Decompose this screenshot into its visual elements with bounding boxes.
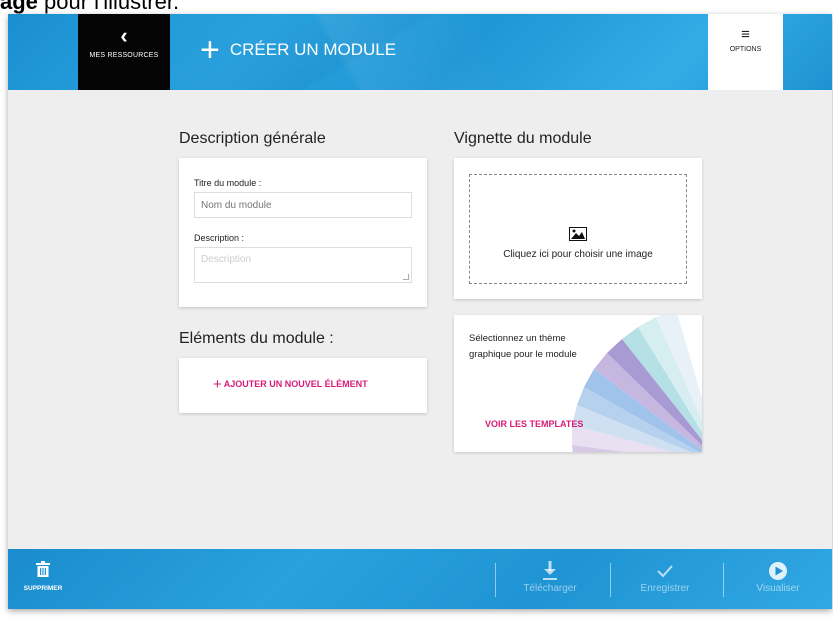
- page-title: + CRÉER UN MODULE: [200, 31, 397, 69]
- delete-button[interactable]: SUPPRIMER: [8, 549, 78, 609]
- caption-rest: pour l'illustrer.: [37, 0, 180, 14]
- download-label: Télécharger: [523, 583, 577, 594]
- description-placeholder: Description: [201, 254, 252, 265]
- trash-icon: [8, 561, 78, 582]
- color-swatch-fan-image: [572, 315, 702, 452]
- view-templates-link[interactable]: VOIR LES TEMPLATES: [485, 419, 583, 429]
- choose-image-text: Cliquez ici pour choisir une image: [503, 249, 653, 260]
- download-button[interactable]: Télécharger: [494, 549, 606, 609]
- top-bar: ‹ MES RESSOURCES + CRÉER UN MODULE ≡ OPT…: [8, 14, 832, 90]
- options-button[interactable]: ≡ OPTIONS: [708, 14, 783, 90]
- general-description-heading: Description générale: [179, 130, 326, 147]
- image-dropzone[interactable]: Cliquez ici pour choisir une image: [469, 174, 687, 284]
- plus-icon: +: [200, 31, 220, 69]
- bottom-toolbar: SUPPRIMER Télécharger Enregistrer Visual…: [8, 549, 832, 609]
- resize-handle[interactable]: [403, 274, 409, 280]
- theme-description: Sélectionnez un thème graphique pour le …: [469, 331, 577, 363]
- theme-text-line1: Sélectionnez un thème: [469, 333, 566, 344]
- back-button[interactable]: ‹ MES RESSOURCES: [78, 14, 170, 90]
- general-description-card: Titre du module : Description : Descript…: [179, 158, 427, 307]
- theme-card: Sélectionnez un thème graphique pour le …: [454, 315, 702, 452]
- image-icon: [569, 227, 587, 241]
- options-button-label: OPTIONS: [729, 46, 762, 53]
- page-title-text: CRÉER UN MODULE: [229, 40, 397, 59]
- checkmark-icon: [609, 561, 721, 581]
- description-label: Description :: [194, 233, 245, 243]
- app-window: ‹ MES RESSOURCES + CRÉER UN MODULE ≡ OPT…: [8, 14, 832, 609]
- back-button-label: MES RESSOURCES: [89, 52, 159, 59]
- plus-icon: +: [213, 376, 222, 393]
- add-element-label: AJOUTER UN NOUVEL ÉLÉMENT: [223, 379, 368, 389]
- play-icon: [722, 561, 832, 581]
- add-element-button[interactable]: + AJOUTER UN NOUVEL ÉLÉMENT: [213, 376, 368, 393]
- save-button[interactable]: Enregistrer: [609, 549, 721, 609]
- caption-bold: age: [0, 0, 38, 14]
- document-caption: age pour l'illustrer.: [0, 0, 180, 14]
- theme-text-line2: graphique pour le module: [469, 349, 577, 360]
- chevron-left-icon: ‹: [120, 23, 128, 48]
- save-label: Enregistrer: [640, 583, 690, 594]
- module-title-input[interactable]: [194, 192, 412, 218]
- download-icon: [494, 561, 606, 581]
- delete-label: SUPPRIMER: [23, 585, 63, 592]
- menu-icon: ≡: [741, 26, 750, 43]
- preview-label: Visualiser: [756, 583, 800, 594]
- thumbnail-card: Cliquez ici pour choisir une image: [454, 158, 702, 299]
- elements-card: + AJOUTER UN NOUVEL ÉLÉMENT: [179, 358, 427, 413]
- description-textarea[interactable]: Description: [194, 247, 412, 283]
- elements-heading: Eléments du module :: [179, 330, 334, 347]
- preview-button[interactable]: Visualiser: [722, 549, 832, 609]
- module-title-label: Titre du module :: [194, 178, 262, 188]
- thumbnail-heading: Vignette du module: [454, 130, 592, 147]
